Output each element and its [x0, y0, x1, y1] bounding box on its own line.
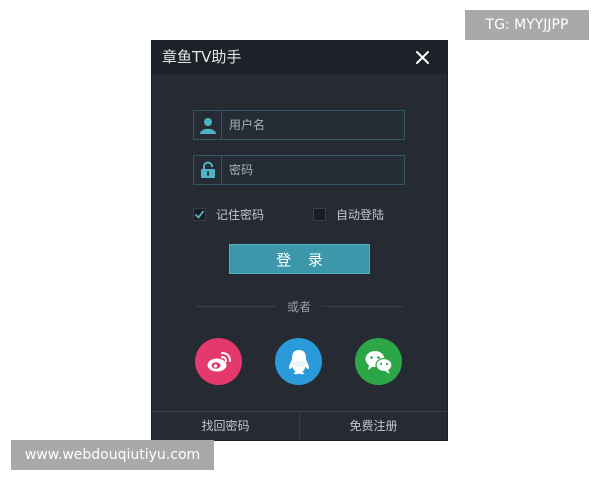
- password-input[interactable]: [229, 156, 399, 184]
- close-button[interactable]: [414, 49, 431, 66]
- checkmark-icon: [194, 209, 205, 219]
- watermark-bottom-left: www.webdouqiutiyu.com: [11, 440, 214, 470]
- divider-line-right: [322, 306, 403, 307]
- user-icon: [194, 111, 222, 139]
- qq-icon: [288, 349, 309, 374]
- lock-icon: [194, 156, 222, 184]
- divider-label: 或者: [286, 300, 311, 314]
- checkbox-box-unchecked[interactable]: [313, 207, 326, 221]
- watermark-top-right: TG: MYYJJPP: [465, 10, 589, 40]
- divider-line-left: [196, 306, 276, 307]
- dialog-footer: 找回密码 免费注册: [152, 411, 447, 440]
- wechat-login-button[interactable]: [355, 338, 402, 385]
- auto-login-checkbox[interactable]: 自动登陆: [313, 206, 384, 222]
- close-icon: [416, 51, 429, 64]
- title-bar: 章鱼TV助手: [152, 41, 447, 74]
- window-title: 章鱼TV助手: [162, 48, 242, 66]
- remember-password-checkbox[interactable]: 记住密码: [193, 206, 264, 222]
- username-field[interactable]: [193, 110, 405, 140]
- wechat-icon: [365, 350, 393, 374]
- login-dialog: 章鱼TV助手 用户名 记住密码 自动登陆 登 录 或者 找回密码 免费注册: [152, 41, 447, 440]
- password-field[interactable]: [193, 155, 405, 185]
- remember-password-label: 记住密码: [216, 207, 265, 222]
- checkbox-box-checked[interactable]: [193, 207, 206, 221]
- weibo-login-button[interactable]: [195, 338, 242, 385]
- register-link[interactable]: 免费注册: [300, 412, 447, 440]
- auto-login-label: 自动登陆: [336, 207, 385, 222]
- weibo-icon: [207, 351, 231, 371]
- username-input[interactable]: [229, 111, 399, 139]
- screen: TG: MYYJJPP 章鱼TV助手 用户名 记住密码 自动登陆 登 录 或者 …: [0, 0, 600, 480]
- qq-login-button[interactable]: [275, 338, 322, 385]
- login-button[interactable]: 登 录: [229, 244, 370, 274]
- recover-password-link[interactable]: 找回密码: [152, 412, 299, 440]
